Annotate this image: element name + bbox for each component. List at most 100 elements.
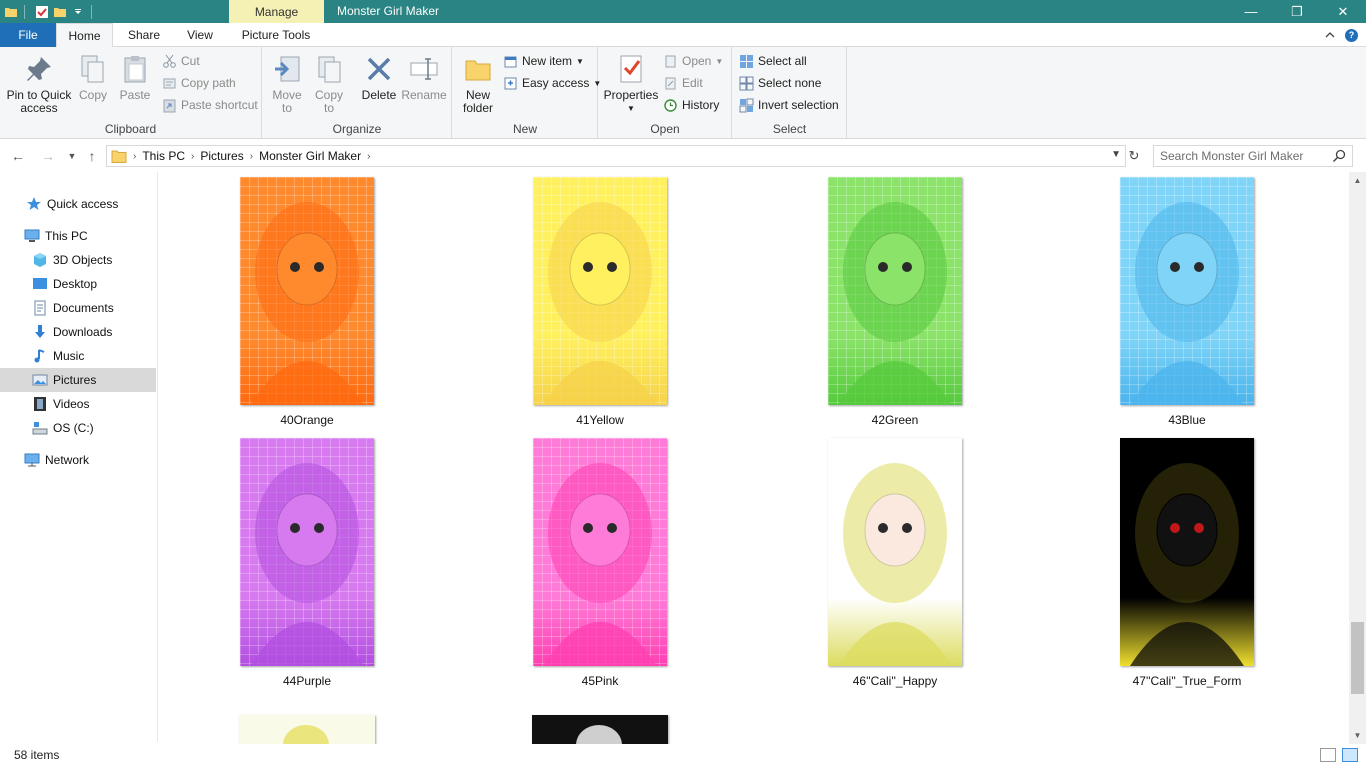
image-thumbnail[interactable] bbox=[828, 177, 962, 405]
file-name[interactable]: 45Pink bbox=[500, 674, 700, 688]
sidebar-item-documents[interactable]: Documents bbox=[0, 296, 156, 320]
folder-icon bbox=[111, 150, 127, 163]
file-name[interactable]: 41Yellow bbox=[500, 413, 700, 427]
properties-button[interactable]: Properties ▼ bbox=[603, 53, 659, 115]
organize-group: Move to Copy to Delete Rename Organize bbox=[263, 47, 452, 139]
refresh-button[interactable]: ↻ bbox=[1123, 145, 1145, 167]
search-icon[interactable] bbox=[1332, 149, 1346, 163]
ribbon-tab-bar: File Home Share View Picture Tools ? bbox=[0, 23, 1366, 48]
tab-home[interactable]: Home bbox=[56, 23, 113, 48]
up-button[interactable]: ↑ bbox=[82, 146, 102, 166]
edit-label: Edit bbox=[682, 76, 703, 90]
scroll-down-icon[interactable]: ▼ bbox=[1349, 727, 1366, 744]
file-name[interactable]: 42Green bbox=[795, 413, 995, 427]
manage-context-tab[interactable]: Manage bbox=[229, 0, 324, 23]
paste-shortcut-button[interactable]: Paste shortcut bbox=[162, 95, 258, 115]
image-thumbnail[interactable] bbox=[240, 438, 374, 666]
vertical-scrollbar[interactable]: ▲ ▼ bbox=[1349, 172, 1366, 744]
chevron-down-icon[interactable] bbox=[71, 5, 85, 19]
film-icon bbox=[34, 397, 46, 411]
sidebar-item-label: Network bbox=[45, 453, 90, 467]
sidebar-item-3d-objects[interactable]: 3D Objects bbox=[0, 248, 156, 272]
forward-button[interactable]: → bbox=[38, 146, 58, 166]
tab-view[interactable]: View bbox=[174, 23, 226, 47]
sidebar-item-os-c[interactable]: OS (C:) bbox=[0, 416, 156, 440]
image-thumbnail-partial[interactable] bbox=[239, 715, 375, 744]
restore-button[interactable]: ❐ bbox=[1274, 0, 1320, 23]
paste-button[interactable]: Paste bbox=[116, 53, 154, 102]
sidebar-item-this-pc[interactable]: This PC bbox=[0, 224, 156, 248]
image-thumbnail[interactable] bbox=[533, 438, 667, 666]
easy-access-button[interactable]: Easy access ▼ bbox=[503, 73, 601, 93]
image-thumbnail-partial[interactable] bbox=[532, 715, 668, 744]
sidebar-item-network[interactable]: Network bbox=[0, 448, 156, 472]
clipboard-icon bbox=[124, 56, 146, 83]
invert-selection-button[interactable]: Invert selection bbox=[739, 95, 839, 115]
image-thumbnail[interactable] bbox=[828, 438, 962, 666]
new-item-button[interactable]: New item ▼ bbox=[503, 51, 584, 71]
back-button[interactable]: ← bbox=[8, 146, 28, 166]
image-thumbnail[interactable] bbox=[1120, 177, 1254, 405]
select-all-button[interactable]: Select all bbox=[739, 51, 807, 71]
new-folder-button[interactable]: New folder bbox=[459, 53, 497, 115]
breadcrumb-pictures[interactable]: Pictures bbox=[200, 149, 243, 163]
copy-to-button[interactable]: Copy to bbox=[311, 53, 347, 115]
sidebar-item-label: Downloads bbox=[53, 325, 113, 339]
file-name[interactable]: 47''Cali''_True_Form bbox=[1087, 674, 1287, 688]
chevron-right-icon[interactable]: › bbox=[133, 151, 136, 162]
sidebar-item-videos[interactable]: Videos bbox=[0, 392, 156, 416]
image-thumbnail[interactable] bbox=[533, 177, 667, 405]
paste-shortcut-icon bbox=[163, 99, 176, 112]
chevron-down-icon[interactable]: ▼ bbox=[1111, 149, 1121, 160]
chevron-down-icon: ▼ bbox=[67, 151, 77, 161]
pin-to-quick-access-button[interactable]: Pin to Quick access bbox=[4, 53, 74, 115]
rename-button[interactable]: Rename bbox=[401, 53, 447, 102]
sidebar-item-music[interactable]: Music bbox=[0, 344, 156, 368]
file-name[interactable]: 46''Cali''_Happy bbox=[795, 674, 995, 688]
large-icons-view-icon[interactable] bbox=[1342, 748, 1358, 762]
search-input[interactable]: Search Monster Girl Maker bbox=[1153, 145, 1353, 167]
scrollbar-thumb[interactable] bbox=[1351, 622, 1364, 694]
image-thumbnail[interactable] bbox=[1120, 438, 1254, 666]
scroll-up-icon[interactable]: ▲ bbox=[1349, 172, 1366, 189]
sidebar-item-quick-access[interactable]: Quick access bbox=[0, 192, 156, 216]
folder-icon[interactable] bbox=[4, 5, 18, 19]
breadcrumb-monster-girl-maker[interactable]: Monster Girl Maker bbox=[259, 149, 361, 163]
properties-check-icon[interactable] bbox=[35, 5, 49, 19]
breadcrumb-this-pc[interactable]: This PC bbox=[142, 149, 185, 163]
edit-icon bbox=[665, 77, 676, 89]
copy-path-button[interactable]: Copy path bbox=[162, 73, 236, 93]
new-folder-icon[interactable] bbox=[53, 5, 67, 19]
edit-button[interactable]: Edit bbox=[663, 73, 703, 93]
chevron-right-icon[interactable]: › bbox=[367, 151, 370, 162]
image-thumbnail[interactable] bbox=[240, 177, 374, 405]
address-bar[interactable]: › This PC › Pictures › Monster Girl Make… bbox=[106, 145, 1126, 167]
minimize-button[interactable]: — bbox=[1228, 0, 1274, 23]
delete-button[interactable]: Delete bbox=[359, 53, 399, 102]
tab-share[interactable]: Share bbox=[115, 23, 173, 47]
close-button[interactable]: ✕ bbox=[1320, 0, 1366, 23]
cut-button[interactable]: Cut bbox=[162, 51, 200, 71]
help-icon[interactable]: ? bbox=[1345, 28, 1358, 42]
chevron-right-icon[interactable]: › bbox=[250, 151, 253, 162]
select-none-button[interactable]: Select none bbox=[739, 73, 821, 93]
details-view-icon[interactable] bbox=[1320, 748, 1336, 762]
thumbnail-detail bbox=[576, 725, 622, 744]
file-name[interactable]: 43Blue bbox=[1087, 413, 1287, 427]
scissors-icon bbox=[163, 54, 176, 68]
collapse-ribbon-icon[interactable] bbox=[1325, 30, 1335, 40]
tab-picture-tools[interactable]: Picture Tools bbox=[230, 23, 322, 47]
chevron-right-icon[interactable]: › bbox=[191, 151, 194, 162]
new-group: New folder New item ▼ Easy access ▼ New bbox=[453, 47, 601, 139]
sidebar-item-desktop[interactable]: Desktop bbox=[0, 272, 156, 296]
move-to-button[interactable]: Move to bbox=[269, 53, 305, 115]
recent-locations-button[interactable]: ▼ bbox=[62, 146, 82, 166]
tab-file[interactable]: File bbox=[0, 23, 56, 47]
file-name[interactable]: 40Orange bbox=[207, 413, 407, 427]
file-name[interactable]: 44Purple bbox=[207, 674, 407, 688]
sidebar-item-downloads[interactable]: Downloads bbox=[0, 320, 156, 344]
open-button[interactable]: Open ▼ bbox=[663, 51, 723, 71]
copy-button[interactable]: Copy bbox=[76, 53, 110, 102]
history-button[interactable]: History bbox=[663, 95, 719, 115]
sidebar-item-pictures[interactable]: Pictures bbox=[0, 368, 156, 392]
